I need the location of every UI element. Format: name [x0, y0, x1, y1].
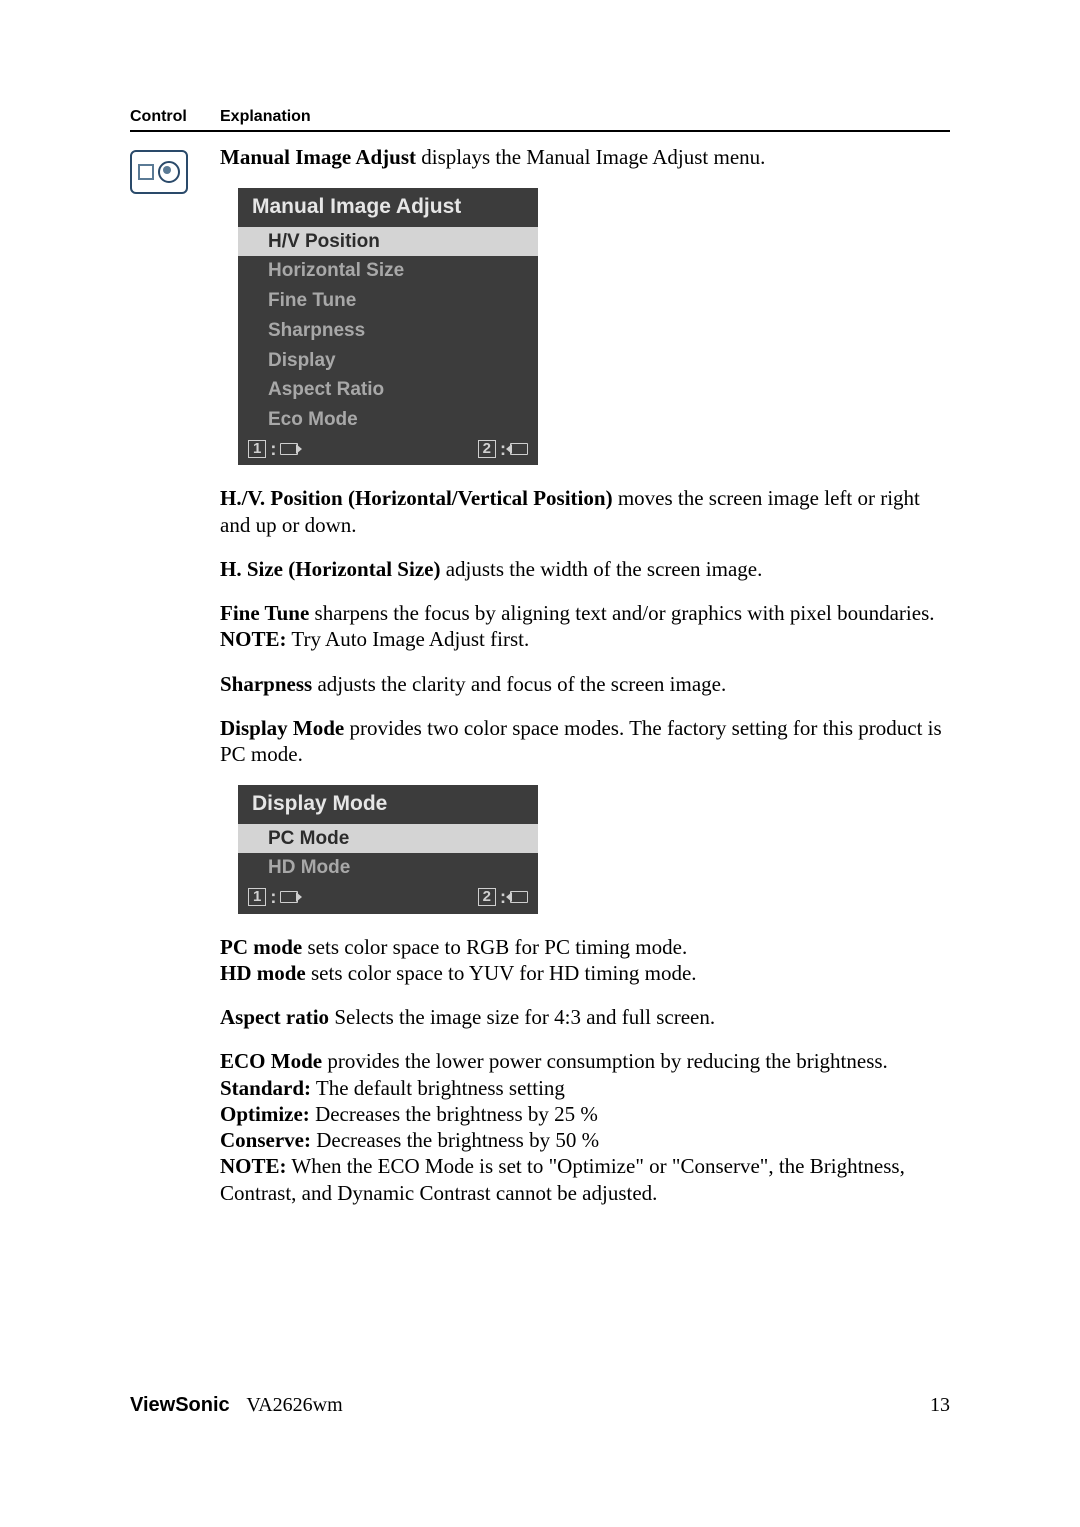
- aspect-ratio-text: Aspect ratio Selects the image size for …: [220, 1004, 950, 1030]
- hd-mode-text: HD mode sets color space to YUV for HD t…: [220, 960, 950, 986]
- intro-text: Manual Image Adjust displays the Manual …: [220, 144, 950, 170]
- eco-optimize-text: Optimize: Decreases the brightness by 25…: [220, 1101, 950, 1127]
- hv-position-text: H./V. Position (Horizontal/Vertical Posi…: [220, 485, 950, 538]
- enter-icon: [280, 891, 298, 903]
- osd-title: Display Mode: [238, 785, 538, 823]
- page-footer: ViewSonic VA2626wm 13: [130, 1394, 950, 1417]
- header-explanation: Explanation: [220, 108, 311, 126]
- osd-display-mode: Display Mode PC Mode HD Mode 1 : 2 :: [238, 785, 538, 913]
- finetune-note: NOTE: Try Auto Image Adjust first.: [220, 626, 950, 652]
- osd-item: H/V Position: [238, 227, 538, 257]
- pc-mode-text: PC mode sets color space to RGB for PC t…: [220, 934, 950, 960]
- osd-item: PC Mode: [238, 824, 538, 854]
- osd-item: Aspect Ratio: [238, 375, 538, 405]
- osd-item: Display: [238, 346, 538, 376]
- osd-item: HD Mode: [238, 853, 538, 883]
- osd-title: Manual Image Adjust: [238, 188, 538, 226]
- sharpness-text: Sharpness adjusts the clarity and focus …: [220, 671, 950, 697]
- eco-conserve-text: Conserve: Decreases the brightness by 50…: [220, 1127, 950, 1153]
- osd-footer: 1 : 2 :: [238, 435, 538, 466]
- osd-item: Eco Mode: [238, 405, 538, 435]
- osd-item: Horizontal Size: [238, 256, 538, 286]
- display-mode-text: Display Mode provides two color space mo…: [220, 715, 950, 768]
- header-control: Control: [130, 108, 220, 126]
- divider: [130, 130, 950, 132]
- page-number: 13: [930, 1394, 950, 1417]
- osd-manual-image-adjust: Manual Image Adjust H/V Position Horizon…: [238, 188, 538, 465]
- osd-item: Fine Tune: [238, 286, 538, 316]
- hsize-text: H. Size (Horizontal Size) adjusts the wi…: [220, 556, 950, 582]
- column-headers: Control Explanation: [130, 108, 950, 126]
- exit-icon: [510, 891, 528, 903]
- footer-brand: ViewSonic: [130, 1394, 230, 1416]
- exit-icon: [510, 443, 528, 455]
- eco-standard-text: Standard: The default brightness setting: [220, 1075, 950, 1101]
- finetune-text: Fine Tune sharpens the focus by aligning…: [220, 600, 950, 626]
- osd-footer: 1 : 2 :: [238, 883, 538, 914]
- eco-mode-text: ECO Mode provides the lower power consum…: [220, 1048, 950, 1074]
- enter-icon: [280, 443, 298, 455]
- footer-model: VA2626wm: [246, 1394, 342, 1416]
- manual-image-adjust-icon: [130, 150, 188, 194]
- eco-note-text: NOTE: When the ECO Mode is set to "Optim…: [220, 1153, 950, 1206]
- osd-item: Sharpness: [238, 316, 538, 346]
